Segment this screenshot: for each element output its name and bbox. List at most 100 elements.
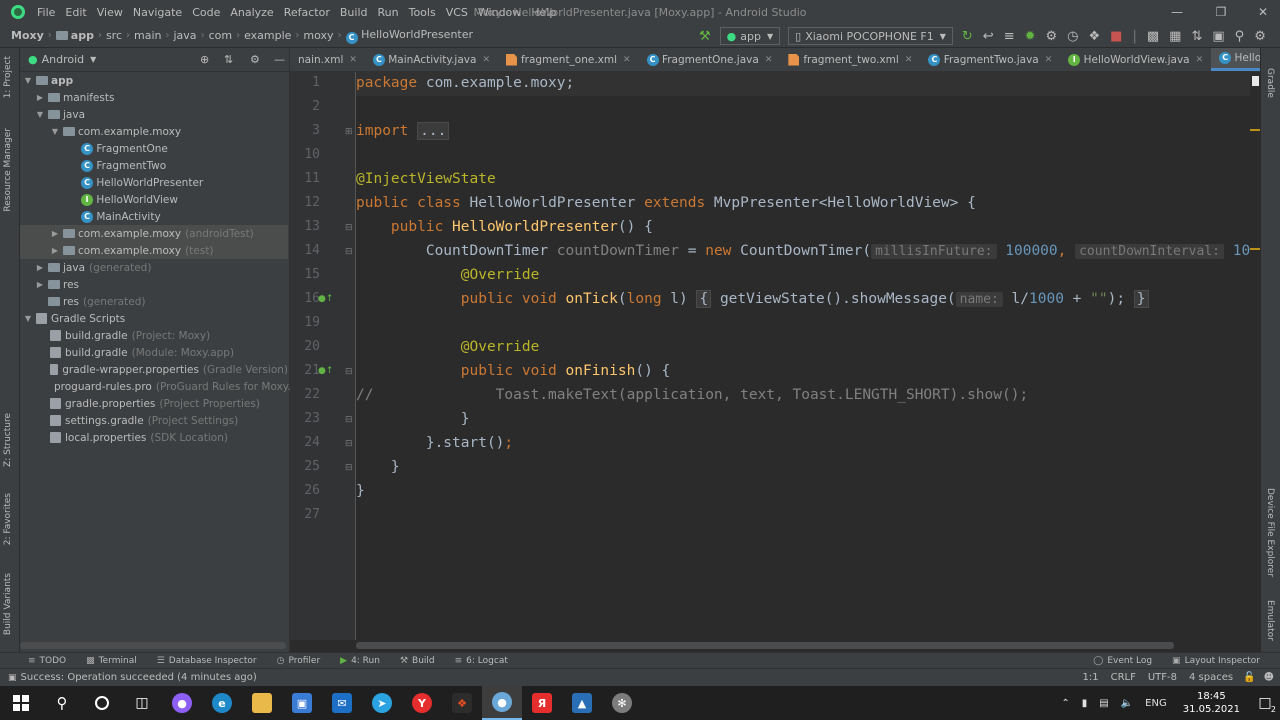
fold-icon[interactable]: ⊟ bbox=[345, 367, 353, 377]
close-tab-icon[interactable]: ✕ bbox=[623, 55, 631, 65]
menu-window[interactable]: Window bbox=[473, 6, 526, 19]
chevron-up-icon[interactable]: ⌃ bbox=[1061, 698, 1069, 709]
stop-icon[interactable]: ■ bbox=[1110, 29, 1122, 44]
tree-item-build-gradle-project[interactable]: build.gradle (Project: Moxy) bbox=[20, 327, 288, 344]
tab-fragment-two[interactable]: C FragmentTwo.java ✕ bbox=[920, 48, 1060, 71]
taskbar-app[interactable]: ● bbox=[162, 686, 202, 720]
menu-build[interactable]: Build bbox=[335, 6, 373, 19]
network-icon[interactable]: ▤ bbox=[1099, 698, 1108, 709]
battery-icon[interactable]: ▮ bbox=[1082, 698, 1088, 709]
tool-layout-inspector[interactable]: ▣ Layout Inspector bbox=[1162, 656, 1280, 666]
search-button[interactable]: ⚲ bbox=[42, 686, 82, 720]
breadcrumb-module[interactable]: app bbox=[53, 29, 97, 42]
apply-code-changes-icon[interactable]: ≡ bbox=[1004, 29, 1015, 44]
tab-resource-manager[interactable]: Resource Manager bbox=[3, 128, 13, 212]
close-tab-icon[interactable]: ✕ bbox=[905, 55, 913, 65]
tool-terminal[interactable]: ▩ Terminal bbox=[76, 656, 147, 666]
fold-icon[interactable]: ⊟ bbox=[345, 439, 353, 449]
lock-icon[interactable]: 🔓 bbox=[1243, 672, 1255, 683]
breadcrumb-main[interactable]: main bbox=[131, 29, 164, 42]
taskbar-explorer[interactable] bbox=[242, 686, 282, 720]
device-manager-icon[interactable]: ▣ bbox=[1212, 29, 1224, 44]
breadcrumb-file[interactable]: C HelloWorldPresenter bbox=[343, 28, 476, 44]
close-window-icon[interactable]: ✕ bbox=[1246, 0, 1280, 24]
tree-item-gradle-properties[interactable]: gradle.properties (Project Properties) bbox=[20, 395, 288, 412]
task-view-button[interactable]: ◫ bbox=[122, 686, 162, 720]
tree-item-hello-world-presenter[interactable]: C HelloWorldPresenter bbox=[20, 174, 288, 191]
status-panel-icon[interactable]: ▣ bbox=[8, 673, 17, 683]
menu-view[interactable]: View bbox=[92, 6, 128, 19]
tab-fragment-two-xml[interactable]: fragment_two.xml ✕ bbox=[780, 48, 920, 71]
hammer-icon[interactable]: ⚒ bbox=[699, 29, 711, 44]
tree-item-app[interactable]: ▼ app bbox=[20, 72, 288, 89]
menu-file[interactable]: File bbox=[32, 6, 60, 19]
tab-build-variants[interactable]: Build Variants bbox=[3, 573, 13, 635]
start-button[interactable] bbox=[0, 686, 42, 720]
tab-project[interactable]: 1: Project bbox=[3, 56, 13, 98]
apply-changes-icon[interactable]: ↩ bbox=[983, 29, 994, 44]
tree-item-manifests[interactable]: ▶ manifests bbox=[20, 89, 288, 106]
menu-analyze[interactable]: Analyze bbox=[225, 6, 278, 19]
close-tab-icon[interactable]: ✕ bbox=[1045, 55, 1053, 65]
tool-run[interactable]: ▶ 4: Run bbox=[330, 656, 390, 666]
fold-icon[interactable]: ⊟ bbox=[345, 415, 353, 425]
sdk-manager-icon[interactable]: ▦ bbox=[1169, 29, 1181, 44]
menu-edit[interactable]: Edit bbox=[60, 6, 91, 19]
collapse-arrow-icon[interactable]: ▶ bbox=[50, 246, 60, 255]
tool-profiler[interactable]: ◷ Profiler bbox=[267, 656, 331, 666]
tab-fragment-one-xml[interactable]: fragment_one.xml ✕ bbox=[498, 48, 639, 71]
language-indicator[interactable]: ENG bbox=[1145, 698, 1167, 709]
notifications-button[interactable]: □ 2 bbox=[1250, 686, 1280, 720]
tree-item-gradle-scripts[interactable]: ▼ Gradle Scripts bbox=[20, 310, 288, 327]
hide-panel-icon[interactable]: — bbox=[274, 53, 285, 66]
minimize-icon[interactable]: — bbox=[1160, 0, 1194, 24]
expand-arrow-icon[interactable]: ▼ bbox=[35, 110, 45, 119]
line-separator[interactable]: CRLF bbox=[1111, 672, 1136, 683]
scrollbar-thumb[interactable] bbox=[20, 642, 286, 649]
menu-code[interactable]: Code bbox=[187, 6, 225, 19]
tree-item-java[interactable]: ▼ java bbox=[20, 106, 288, 123]
tab-fragment-one[interactable]: C FragmentOne.java ✕ bbox=[639, 48, 781, 71]
taskbar-store[interactable]: ▣ bbox=[282, 686, 322, 720]
folded-brace[interactable]: } bbox=[1133, 290, 1149, 308]
inspection-status-icon[interactable] bbox=[1252, 76, 1259, 86]
tool-event-log[interactable]: ◯ Event Log bbox=[1083, 656, 1162, 666]
close-tab-icon[interactable]: ✕ bbox=[1196, 55, 1204, 65]
menu-navigate[interactable]: Navigate bbox=[128, 6, 187, 19]
taskbar-photos[interactable]: ▲ bbox=[562, 686, 602, 720]
close-tab-icon[interactable]: ✕ bbox=[765, 55, 773, 65]
tab-structure[interactable]: Z: Structure bbox=[3, 413, 13, 467]
folded-brace[interactable]: { bbox=[696, 290, 712, 308]
taskbar-android-studio[interactable]: ● bbox=[482, 686, 522, 720]
tool-logcat[interactable]: ≡ 6: Logcat bbox=[445, 656, 518, 666]
override-method-icon[interactable]: ●↑ bbox=[318, 366, 333, 376]
menu-refactor[interactable]: Refactor bbox=[279, 6, 335, 19]
breadcrumb-example[interactable]: example bbox=[241, 29, 294, 42]
editor-horizontal-scrollbar[interactable] bbox=[356, 640, 1260, 652]
locate-icon[interactable]: ⊕ bbox=[200, 53, 209, 66]
inspector-icon[interactable]: ☻ bbox=[1264, 672, 1274, 683]
tab-hello-world-presenter[interactable]: C HelloWorldPresenter.java✕ bbox=[1211, 48, 1260, 71]
tree-item-hello-world-view[interactable]: I HelloWorldView bbox=[20, 191, 288, 208]
tree-item-local-properties[interactable]: local.properties (SDK Location) bbox=[20, 429, 288, 446]
tab-main-activity[interactable]: C MainActivity.java ✕ bbox=[365, 48, 498, 71]
tree-item-main-activity[interactable]: C MainActivity bbox=[20, 208, 288, 225]
collapse-arrow-icon[interactable]: ▶ bbox=[35, 263, 45, 272]
taskbar-mail[interactable]: ✉ bbox=[322, 686, 362, 720]
tree-item-gradle-wrapper[interactable]: gradle-wrapper.properties (Gradle Version… bbox=[20, 361, 288, 378]
tool-build[interactable]: ⚒ Build bbox=[390, 656, 445, 666]
tree-item-fragment-one[interactable]: C FragmentOne bbox=[20, 140, 288, 157]
avd-manager-icon[interactable]: ▩ bbox=[1147, 29, 1159, 44]
tab-device-file-explorer[interactable]: Device File Explorer bbox=[1265, 488, 1275, 577]
collapse-arrow-icon[interactable]: ▶ bbox=[35, 93, 45, 102]
taskbar-edge[interactable]: e bbox=[202, 686, 242, 720]
tab-gradle[interactable]: Gradle bbox=[1265, 68, 1275, 98]
taskbar-figma[interactable]: ❖ bbox=[442, 686, 482, 720]
device-select[interactable]: ▯ Xiaomi POCOPHONE F1 ▼ bbox=[788, 27, 953, 45]
tab-favorites[interactable]: 2: Favorites bbox=[3, 493, 13, 545]
menu-tools[interactable]: Tools bbox=[404, 6, 441, 19]
tree-item-package-android-test[interactable]: ▶ com.example.moxy (androidTest) bbox=[20, 225, 288, 242]
search-icon[interactable]: ⚲ bbox=[1235, 29, 1245, 44]
attach-debugger-icon[interactable]: ❖ bbox=[1089, 29, 1101, 44]
fold-icon[interactable]: ⊟ bbox=[345, 463, 353, 473]
